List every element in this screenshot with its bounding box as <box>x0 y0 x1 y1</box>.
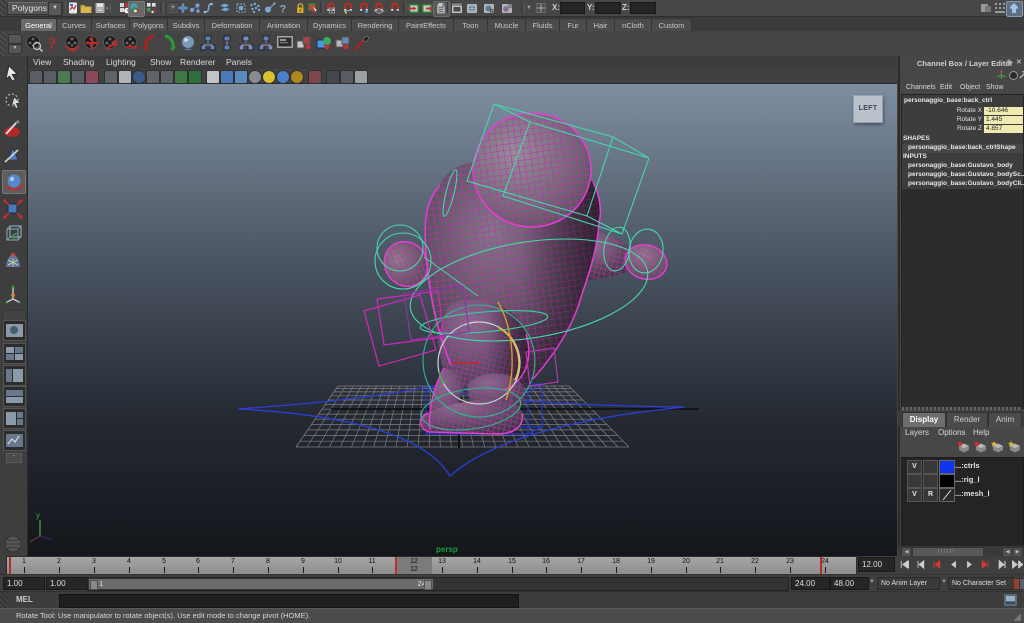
svg-text:R: R <box>490 9 494 14</box>
svg-text:?: ? <box>48 34 57 52</box>
svg-text:?: ? <box>280 4 287 15</box>
svg-text:y: y <box>36 511 40 520</box>
